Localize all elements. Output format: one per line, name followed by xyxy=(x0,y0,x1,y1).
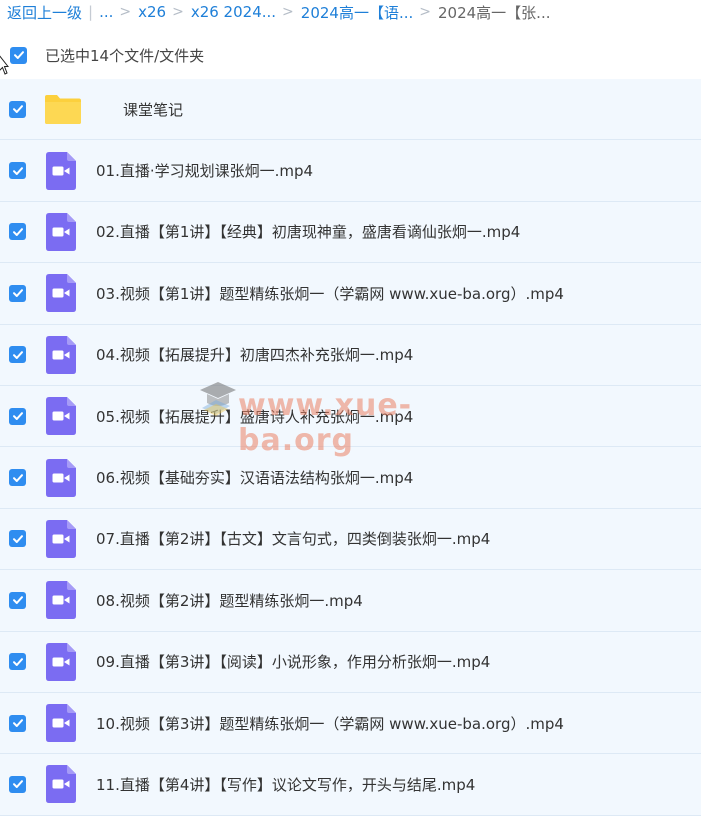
folder-icon xyxy=(45,95,81,125)
file-name[interactable]: 04.视频【拓展提升】初唐四杰补充张炯一.mp4 xyxy=(96,344,413,365)
mouse-cursor-icon xyxy=(0,55,9,75)
file-row[interactable]: 10.视频【第3讲】题型精练张炯一（学霸网 www.xue-ba.org）.mp… xyxy=(0,692,701,755)
file-name[interactable]: 06.视频【基础夯实】汉语语法结构张炯一.mp4 xyxy=(96,467,413,488)
chevron-right-icon: > xyxy=(419,4,431,20)
check-icon xyxy=(12,596,23,605)
row-checkbox[interactable] xyxy=(9,653,26,671)
row-checkbox[interactable] xyxy=(9,162,26,180)
row-checkbox[interactable] xyxy=(9,591,26,609)
video-file-icon-wrap xyxy=(46,642,76,681)
file-row[interactable]: 05.视频【拓展提升】盛唐诗人补充张炯一.mp4 xyxy=(0,385,701,448)
row-checkbox[interactable] xyxy=(9,100,26,118)
file-name[interactable]: 01.直播·学习规划课张炯一.mp4 xyxy=(96,160,313,181)
check-icon xyxy=(12,228,23,236)
file-name[interactable]: 11.直播【第4讲】【写作】议论文写作，开头与结尾.mp4 xyxy=(96,774,475,795)
row-checkbox[interactable] xyxy=(9,469,26,487)
check-icon xyxy=(12,719,23,728)
row-checkbox[interactable] xyxy=(9,714,26,732)
selection-count-label: 已选中14个文件/文件夹 xyxy=(45,46,205,65)
video-file-icon xyxy=(46,458,76,497)
video-file-icon xyxy=(46,274,76,313)
video-file-icon xyxy=(46,151,76,190)
check-icon xyxy=(12,657,23,666)
row-checkbox[interactable] xyxy=(9,530,26,548)
row-checkbox[interactable] xyxy=(9,284,26,302)
file-row[interactable]: 07.直播【第2讲】【古文】文言句式，四类倒装张炯一.mp4 xyxy=(0,508,701,571)
video-file-icon xyxy=(46,212,76,251)
file-row[interactable]: 11.直播【第4讲】【写作】议论文写作，开头与结尾.mp4 xyxy=(0,754,701,816)
file-row[interactable]: 01.直播·学习规划课张炯一.mp4 xyxy=(0,140,701,202)
file-name[interactable]: 05.视频【拓展提升】盛唐诗人补充张炯一.mp4 xyxy=(96,406,413,427)
file-row[interactable]: 02.直播【第1讲】【经典】初唐现神童，盛唐看谪仙张炯一.mp4 xyxy=(0,201,701,264)
file-name[interactable]: 课堂笔记 xyxy=(123,99,183,120)
check-icon xyxy=(12,350,23,359)
check-icon xyxy=(12,780,23,789)
video-file-icon-wrap xyxy=(46,151,76,190)
breadcrumb: 返回上一级 | ... > x26 > x26 2024... > 2024高一… xyxy=(7,0,701,24)
file-row[interactable]: 03.视频【第1讲】题型精练张炯一（学霸网 www.xue-ba.org）.mp… xyxy=(0,263,701,325)
file-name[interactable]: 09.直播【第3讲】【阅读】小说形象，作用分析张炯一.mp4 xyxy=(96,651,490,672)
video-file-icon-wrap xyxy=(46,704,76,743)
file-row[interactable]: 04.视频【拓展提升】初唐四杰补充张炯一.mp4 xyxy=(0,324,701,386)
video-file-icon-wrap xyxy=(46,581,76,620)
breadcrumb-item[interactable]: 2024高一【语... xyxy=(301,2,413,23)
video-file-icon xyxy=(46,335,76,374)
breadcrumb-divider: | xyxy=(88,3,94,21)
select-all-bar: 已选中14个文件/文件夹 xyxy=(0,36,701,74)
back-link[interactable]: 返回上一级 xyxy=(7,2,82,23)
file-name[interactable]: 10.视频【第3讲】题型精练张炯一（学霸网 www.xue-ba.org）.mp… xyxy=(96,713,564,734)
check-icon xyxy=(12,535,23,543)
row-checkbox[interactable] xyxy=(9,223,26,241)
select-all-checkbox[interactable] xyxy=(10,46,27,64)
video-file-icon xyxy=(46,704,76,743)
row-checkbox[interactable] xyxy=(9,775,26,793)
video-file-icon-wrap xyxy=(46,274,76,313)
video-file-icon xyxy=(46,397,76,436)
video-file-icon-wrap xyxy=(46,212,76,251)
file-name[interactable]: 08.视频【第2讲】题型精练张炯一.mp4 xyxy=(96,590,363,611)
breadcrumb-item[interactable]: x26 2024... xyxy=(191,3,276,21)
file-row[interactable]: 08.视频【第2讲】题型精练张炯一.mp4 xyxy=(0,570,701,632)
file-name[interactable]: 07.直播【第2讲】【古文】文言句式，四类倒装张炯一.mp4 xyxy=(96,528,490,549)
chevron-right-icon: > xyxy=(282,4,294,20)
check-icon xyxy=(12,412,23,421)
check-icon xyxy=(12,166,23,175)
check-icon xyxy=(13,51,24,59)
row-checkbox[interactable] xyxy=(9,346,26,364)
file-name[interactable]: 03.视频【第1讲】题型精练张炯一（学霸网 www.xue-ba.org）.mp… xyxy=(96,283,564,304)
folder-row[interactable]: 课堂笔记 xyxy=(0,79,701,141)
video-file-icon xyxy=(46,519,76,558)
video-file-icon-wrap xyxy=(46,458,76,497)
check-icon xyxy=(12,105,23,114)
breadcrumb-current: 2024高一【张... xyxy=(438,3,551,22)
video-file-icon-wrap xyxy=(46,335,76,374)
file-row[interactable]: 09.直播【第3讲】【阅读】小说形象，作用分析张炯一.mp4 xyxy=(0,631,701,693)
video-file-icon-wrap xyxy=(46,397,76,436)
video-file-icon xyxy=(46,642,76,681)
video-file-icon-wrap xyxy=(46,765,76,804)
video-file-icon xyxy=(46,581,76,620)
chevron-right-icon: > xyxy=(119,4,132,20)
file-list: 课堂笔记 01.直播·学习规划课张炯一.mp4 02.直播【第1讲】【经典】初唐现神… xyxy=(0,79,701,816)
check-icon xyxy=(12,473,23,482)
file-row[interactable]: 06.视频【基础夯实】汉语语法结构张炯一.mp4 xyxy=(0,447,701,509)
video-file-icon xyxy=(46,765,76,804)
check-icon xyxy=(12,289,23,298)
video-file-icon-wrap xyxy=(46,519,76,558)
file-name[interactable]: 02.直播【第1讲】【经典】初唐现神童，盛唐看谪仙张炯一.mp4 xyxy=(96,221,520,242)
breadcrumb-item[interactable]: x26 xyxy=(138,3,166,21)
breadcrumb-ellipsis[interactable]: ... xyxy=(99,3,113,21)
row-checkbox[interactable] xyxy=(9,407,26,425)
chevron-right-icon: > xyxy=(172,4,184,20)
